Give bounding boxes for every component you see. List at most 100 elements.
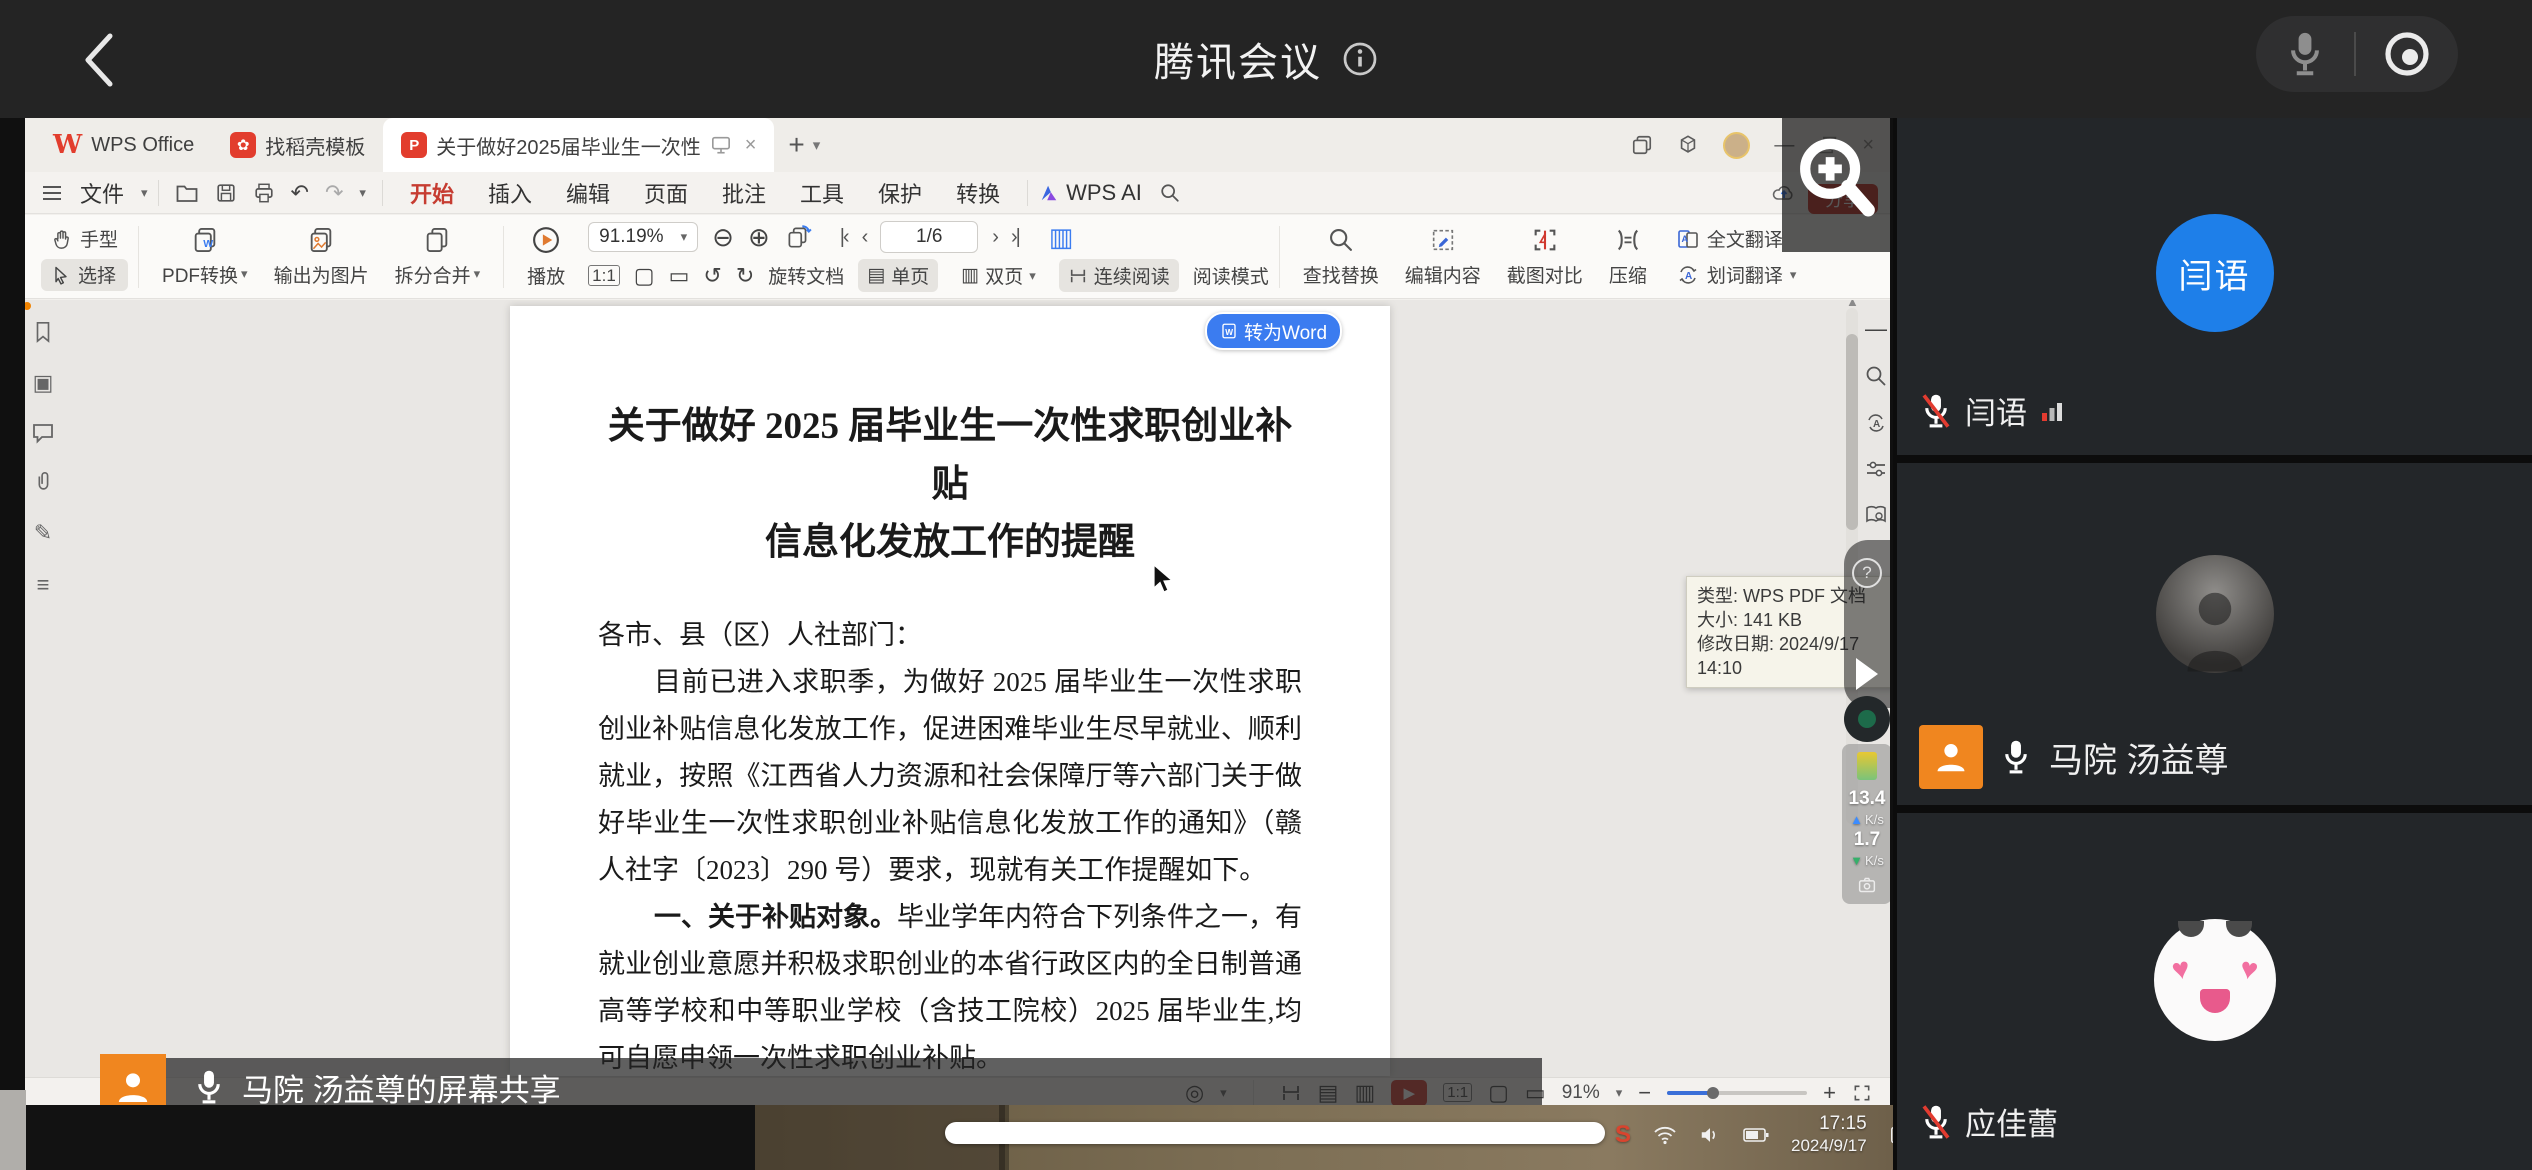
comment-icon[interactable] [31, 422, 55, 444]
zoom-out-icon[interactable]: ⊖ [712, 224, 734, 250]
menu-convert[interactable]: 转换 [939, 177, 1017, 209]
next-page-button[interactable]: › [992, 226, 997, 249]
wps-ai-logo-icon [1038, 183, 1060, 203]
last-page-button[interactable]: ›| [1011, 226, 1019, 249]
tab-wps-office[interactable]: W WPS Office [35, 118, 212, 172]
export-as-image-button[interactable]: 输出为图片 [261, 226, 382, 288]
play-slideshow-button[interactable]: 播放 [514, 225, 578, 289]
menu-wps-ai[interactable]: WPS AI [1060, 180, 1159, 206]
select-tool-button[interactable]: 选择 [41, 259, 128, 291]
pdf-page[interactable]: 关于做好 2025 届毕业生一次性求职创业补贴 信息化发放工作的提醒 各市、县（… [510, 306, 1390, 1076]
word-translate-icon: A [1676, 264, 1700, 286]
attachment-icon[interactable] [32, 470, 54, 494]
chevron-down-icon[interactable]: ▾ [1616, 1085, 1623, 1101]
book-view-icon[interactable]: ▥ [1049, 224, 1074, 250]
menu-annotate[interactable]: 批注 [705, 177, 783, 209]
edit-content-button[interactable]: 编辑内容 [1392, 226, 1494, 288]
page-number-input[interactable]: 1/6 [880, 221, 978, 253]
video-strip-scrollbar[interactable] [945, 1122, 1605, 1144]
meeting-panel-toggle[interactable]: ? [1844, 540, 1890, 708]
convert-to-word-button[interactable]: W 转为Word [1205, 312, 1342, 350]
screenshot-compare-button[interactable]: 截图对比 [1494, 226, 1596, 288]
actual-size-icon[interactable]: 1:1 [588, 265, 620, 286]
info-icon[interactable] [1342, 41, 1378, 77]
tab-document-active[interactable]: P 关于做好2025届毕业生一次性 × [383, 118, 774, 172]
zoom-minus-icon[interactable]: − [1638, 1082, 1651, 1104]
camera-icon[interactable] [1857, 876, 1877, 894]
participant-tile[interactable]: 马院 汤益尊 [1897, 463, 2532, 805]
menu-page[interactable]: 页面 [627, 177, 705, 209]
hand-tool-button[interactable]: 手型 [41, 223, 128, 255]
collapse-rail-icon[interactable]: — [1865, 318, 1887, 340]
cursor-icon [51, 265, 71, 285]
menu-file[interactable]: 文件 [63, 177, 141, 209]
zoom-slider[interactable] [1667, 1091, 1807, 1095]
undo-icon[interactable]: ↶ [291, 182, 309, 204]
microphone-button[interactable] [2283, 29, 2327, 79]
prev-page-button[interactable]: ‹ [862, 226, 867, 249]
close-tab-icon[interactable]: × [745, 134, 757, 157]
bookmark-icon[interactable] [32, 320, 54, 344]
print-icon[interactable] [253, 182, 275, 204]
help-icon[interactable]: ? [1852, 558, 1882, 588]
hamburger-menu-icon[interactable] [41, 184, 63, 202]
compress-button[interactable]: 压缩 [1596, 226, 1660, 288]
zoom-in-icon[interactable]: ⊕ [748, 224, 770, 250]
chevron-down-icon[interactable]: ▾ [813, 136, 821, 154]
menu-home[interactable]: 开始 [393, 177, 471, 209]
translate-rail-icon[interactable]: A [1864, 412, 1888, 434]
record-button[interactable] [2383, 30, 2431, 78]
integrations-cube-icon[interactable] [1677, 134, 1699, 156]
double-page-button[interactable]: ▥ 双页 ▾ [952, 259, 1045, 292]
scrollbar-thumb[interactable] [1846, 334, 1858, 530]
read-mode-label[interactable]: 阅读模式 [1193, 262, 1269, 289]
rotate-left-icon[interactable]: ↺ [703, 265, 721, 287]
single-page-button[interactable]: ▤ 单页 [858, 259, 938, 292]
open-folder-icon[interactable] [175, 182, 199, 204]
participant-tile[interactable]: ♥ ♥ 应佳蕾 [1897, 813, 2532, 1170]
chevron-down-icon: ▾ [474, 266, 481, 282]
zoom-slider-knob[interactable] [1707, 1087, 1719, 1099]
fullscreen-icon[interactable] [1852, 1083, 1872, 1103]
new-tab-button[interactable]: + ▾ [774, 118, 834, 172]
participant-tile[interactable]: 闫语 闫语 [1897, 118, 2532, 455]
user-avatar[interactable] [1723, 132, 1750, 159]
zoom-level-select[interactable]: 91.19% ▾ [588, 222, 698, 252]
menu-edit[interactable]: 编辑 [549, 177, 627, 209]
save-icon[interactable] [215, 182, 237, 204]
chevron-down-icon[interactable]: ▾ [141, 185, 148, 201]
word-translate-button[interactable]: A 划词翻译 ▾ [1666, 259, 1807, 291]
redo-icon[interactable]: ↷ [325, 182, 343, 204]
export-image-icon [307, 226, 335, 254]
menu-tools[interactable]: 工具 [783, 177, 861, 209]
zoom-magnifier-overlay[interactable] [1782, 118, 1890, 252]
fit-width-icon[interactable]: ▭ [669, 265, 690, 287]
chevron-down-icon[interactable]: ▾ [359, 185, 366, 201]
status-zoom-value[interactable]: 91% [1562, 1082, 1600, 1104]
network-speed-widget[interactable]: 13.4 ▲K/s 1.7 ▼K/s [1842, 696, 1890, 904]
zoom-plus-icon[interactable]: + [1823, 1082, 1836, 1104]
menu-insert[interactable]: 插入 [471, 177, 549, 209]
search-doc-icon[interactable] [1864, 364, 1888, 388]
menu-protect[interactable]: 保护 [861, 177, 939, 209]
first-page-button[interactable]: |‹ [840, 226, 848, 249]
pdf-convert-button[interactable]: W PDF转换▾ [149, 226, 261, 288]
fit-page-icon[interactable]: ▢ [634, 265, 655, 287]
rotate-right-icon[interactable]: ↻ [736, 265, 754, 287]
rotate-pages-icon[interactable] [784, 224, 812, 250]
thumbnail-panel-icon[interactable]: ▣ [33, 370, 54, 396]
annotate-pen-icon[interactable]: ✎ [34, 520, 52, 546]
split-merge-button[interactable]: 拆分合并▾ [382, 226, 494, 288]
double-page-label: 双页 [985, 262, 1023, 289]
layers-panel-icon[interactable]: ≡ [37, 572, 50, 598]
settings-sliders-icon[interactable] [1864, 458, 1888, 480]
find-replace-button[interactable]: 查找替换 [1290, 226, 1392, 288]
continuous-read-button[interactable]: 连续阅读 [1059, 259, 1179, 292]
expand-arrow-icon[interactable] [1856, 658, 1878, 690]
search-icon[interactable] [1159, 182, 1181, 204]
rotate-doc-label[interactable]: 旋转文档 [768, 262, 844, 289]
tab-list-icon[interactable] [1631, 134, 1653, 156]
back-button[interactable] [78, 30, 122, 90]
book-search-icon[interactable] [1864, 504, 1888, 526]
tab-docer-templates[interactable]: ✿ 找稻壳模板 [212, 118, 383, 172]
